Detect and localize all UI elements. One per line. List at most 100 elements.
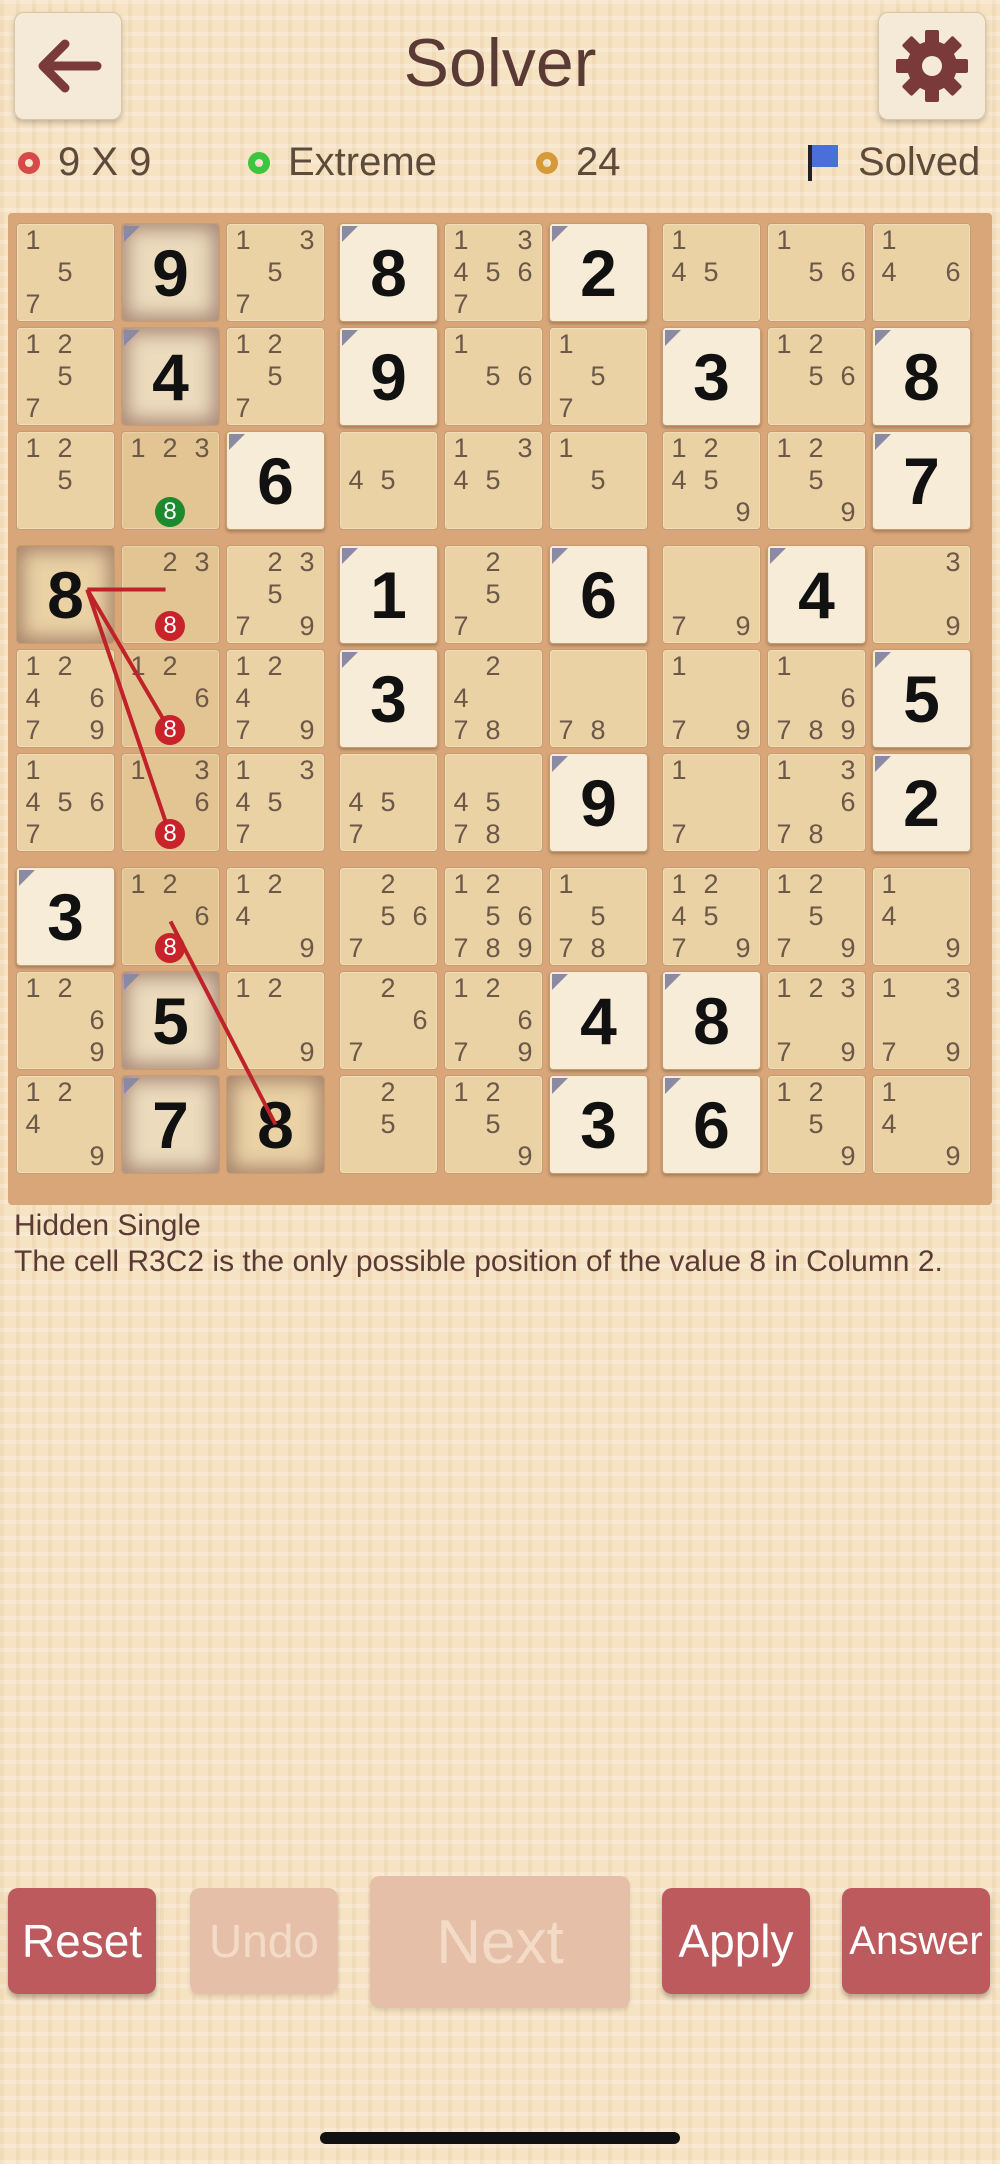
cell-r5c1[interactable]: 124 6 7 9	[16, 649, 115, 748]
cell-r4c4[interactable]: 1	[339, 545, 438, 644]
cell-r8c9[interactable]: 1 3 7 9	[872, 971, 971, 1070]
reset-button[interactable]: Reset	[8, 1888, 156, 1994]
hint-text: The cell R3C2 is the only possible posit…	[14, 1245, 943, 1278]
cell-r3c2[interactable]: 123 8	[121, 431, 220, 530]
cell-r9c7[interactable]: 6	[662, 1075, 761, 1174]
cell-r6c8[interactable]: 1 36 78	[767, 753, 866, 852]
cell-r4c6[interactable]: 6	[549, 545, 648, 644]
cell-r7c9[interactable]: 14 9	[872, 867, 971, 966]
cell-r2c4[interactable]: 9	[339, 327, 438, 426]
candidate: 7	[348, 932, 364, 963]
cell-r2c7[interactable]: 3	[662, 327, 761, 426]
candidate: 9	[945, 1036, 961, 1067]
next-button[interactable]: Next	[370, 1876, 630, 2008]
cell-r2c5[interactable]: 156	[444, 327, 543, 426]
solved-indicator: Solved	[806, 140, 980, 185]
cell-r9c6[interactable]: 3	[549, 1075, 648, 1174]
cell-r8c4[interactable]: 26 7	[339, 971, 438, 1070]
cell-r2c8[interactable]: 1256	[767, 327, 866, 426]
settings-button[interactable]	[878, 12, 986, 120]
cell-r6c5[interactable]: 4578	[444, 753, 543, 852]
cell-r7c3[interactable]: 124 9	[226, 867, 325, 966]
cell-r8c8[interactable]: 123 7 9	[767, 971, 866, 1070]
cell-r3c1[interactable]: 125	[16, 431, 115, 530]
cell-r3c7[interactable]: 12459	[662, 431, 761, 530]
cell-r3c3[interactable]: 6	[226, 431, 325, 530]
cell-r4c3[interactable]: 2357 9	[226, 545, 325, 644]
cell-r4c8[interactable]: 4	[767, 545, 866, 644]
cell-r9c5[interactable]: 1259	[444, 1075, 543, 1174]
cell-r2c6[interactable]: 157	[549, 327, 648, 426]
cell-r8c7[interactable]: 8	[662, 971, 761, 1070]
cell-r8c5[interactable]: 126 7 9	[444, 971, 543, 1070]
cell-r1c9[interactable]: 14 6	[872, 223, 971, 322]
cell-r9c2[interactable]: 7	[121, 1075, 220, 1174]
cell-r4c9[interactable]: 39	[872, 545, 971, 644]
cell-r7c7[interactable]: 12457 9	[662, 867, 761, 966]
cell-r4c1[interactable]: 8	[16, 545, 115, 644]
cell-r9c4[interactable]: 25	[339, 1075, 438, 1174]
cell-r1c1[interactable]: 157	[16, 223, 115, 322]
cell-r6c1[interactable]: 1456 7	[16, 753, 115, 852]
cell-r6c6[interactable]: 9	[549, 753, 648, 852]
cell-r4c7[interactable]: 79	[662, 545, 761, 644]
cell-r8c1[interactable]: 1269	[16, 971, 115, 1070]
cell-r1c3[interactable]: 1 357	[226, 223, 325, 322]
cell-r6c2[interactable]: 1 368	[121, 753, 220, 852]
cell-r2c1[interactable]: 1257	[16, 327, 115, 426]
cell-r8c2[interactable]: 5	[121, 971, 220, 1070]
cell-r7c4[interactable]: 256 7	[339, 867, 438, 966]
candidate: 9	[735, 610, 751, 641]
cell-r6c7[interactable]: 17	[662, 753, 761, 852]
cell-r6c9[interactable]: 2	[872, 753, 971, 852]
cell-r7c8[interactable]: 1257 9	[767, 867, 866, 966]
cell-r6c4[interactable]: 457	[339, 753, 438, 852]
candidate: 7	[25, 392, 41, 423]
cell-r7c5[interactable]: 1256 789	[444, 867, 543, 966]
cell-r5c8[interactable]: 1 6 789	[767, 649, 866, 748]
cell-r3c8[interactable]: 1259	[767, 431, 866, 530]
cell-r5c4[interactable]: 3	[339, 649, 438, 748]
cell-r3c9[interactable]: 7	[872, 431, 971, 530]
cell-r9c3[interactable]: 8	[226, 1075, 325, 1174]
cell-r9c8[interactable]: 1259	[767, 1075, 866, 1174]
cell-r3c4[interactable]: 45	[339, 431, 438, 530]
cell-r2c3[interactable]: 1257	[226, 327, 325, 426]
cell-r1c8[interactable]: 156	[767, 223, 866, 322]
answer-button[interactable]: Answer	[842, 1888, 990, 1994]
candidate: 2	[57, 650, 73, 681]
cell-r5c5[interactable]: 2478	[444, 649, 543, 748]
cell-r5c9[interactable]: 5	[872, 649, 971, 748]
candidate: 5	[267, 578, 283, 609]
hint-title: Hidden Single	[14, 1209, 201, 1242]
candidate: 9	[517, 1036, 533, 1067]
cell-r5c3[interactable]: 1247 9	[226, 649, 325, 748]
cell-r7c6[interactable]: 1578	[549, 867, 648, 966]
apply-button[interactable]: Apply	[662, 1888, 810, 1994]
cell-r7c2[interactable]: 1268	[121, 867, 220, 966]
cell-r1c2[interactable]: 9	[121, 223, 220, 322]
cell-r8c6[interactable]: 4	[549, 971, 648, 1070]
cell-r9c9[interactable]: 14 9	[872, 1075, 971, 1174]
candidate: 5	[380, 464, 396, 495]
cell-r6c3[interactable]: 1 3 457	[226, 753, 325, 852]
cell-r1c7[interactable]: 145	[662, 223, 761, 322]
cell-r1c5[interactable]: 1 3 456 7	[444, 223, 543, 322]
cell-r3c6[interactable]: 15	[549, 431, 648, 530]
cell-r3c5[interactable]: 1 3 45	[444, 431, 543, 530]
cell-r5c2[interactable]: 1268	[121, 649, 220, 748]
cell-r4c5[interactable]: 257	[444, 545, 543, 644]
cell-r1c4[interactable]: 8	[339, 223, 438, 322]
cell-r1c6[interactable]: 2	[549, 223, 648, 322]
cell-r2c9[interactable]: 8	[872, 327, 971, 426]
candidate: 3	[517, 224, 533, 255]
cell-r5c7[interactable]: 1 7 9	[662, 649, 761, 748]
cell-r5c6[interactable]: 78	[549, 649, 648, 748]
cell-r2c2[interactable]: 4	[121, 327, 220, 426]
cell-r9c1[interactable]: 124 9	[16, 1075, 115, 1174]
cell-r4c2[interactable]: 23 8	[121, 545, 220, 644]
cell-r8c3[interactable]: 12 9	[226, 971, 325, 1070]
candidate: 2	[162, 868, 178, 899]
undo-button[interactable]: Undo	[190, 1888, 338, 1994]
cell-r7c1[interactable]: 3	[16, 867, 115, 966]
